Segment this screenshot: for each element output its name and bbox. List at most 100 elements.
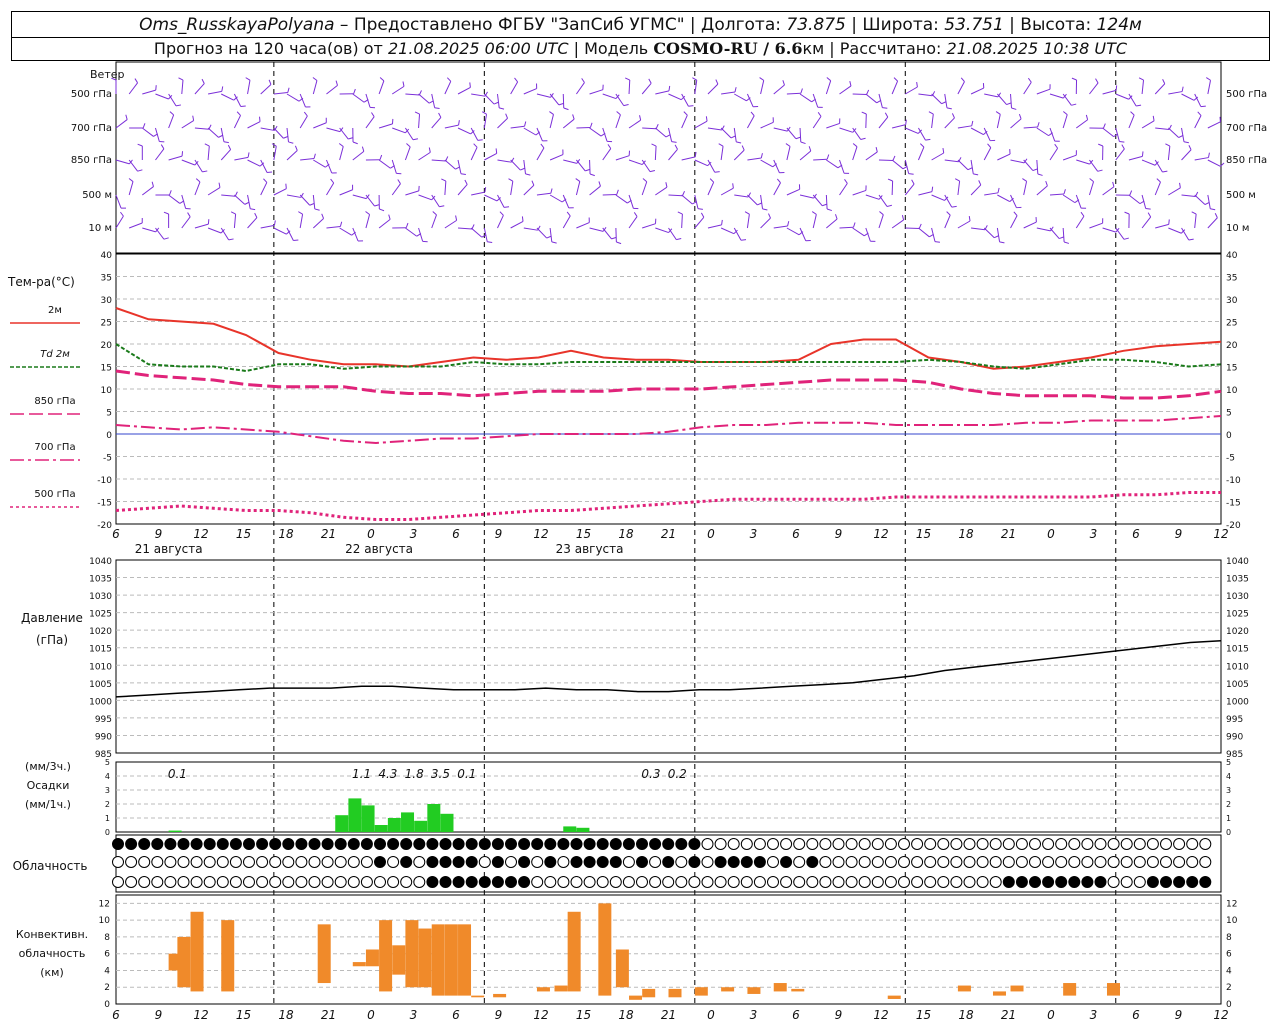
wind-barb-feather <box>1032 168 1038 172</box>
cloud-octant-symbol <box>609 876 622 888</box>
pressure-tick-right: 1010 <box>1226 662 1249 672</box>
cloud-octant-symbol <box>636 838 648 850</box>
wind-barb-feather <box>1136 104 1142 107</box>
wind-barb <box>825 194 828 210</box>
wind-barb <box>799 93 812 103</box>
cloud-octant-symbol <box>596 856 609 868</box>
cloud-octant-symbol <box>190 876 203 888</box>
wind-barb <box>641 181 648 196</box>
wind-barb <box>720 227 735 235</box>
cloud-octant-symbol <box>622 876 635 888</box>
wind-barb <box>628 119 641 129</box>
wind-barb-feather <box>540 143 545 149</box>
cloud-octant-symbol <box>413 856 426 868</box>
wind-barb <box>655 90 670 95</box>
wind-barb-feather <box>446 77 452 82</box>
wind-barb <box>1141 120 1155 129</box>
cloud-octant-symbol <box>138 856 151 868</box>
wind-barb <box>904 183 915 196</box>
conv-title: облачность <box>19 947 86 960</box>
wind-barb <box>957 181 961 196</box>
wind-barb <box>220 127 225 142</box>
wind-barb <box>839 127 853 133</box>
wind-barb-feather <box>1181 86 1184 92</box>
precip-tick-right: 5 <box>1226 758 1231 767</box>
precip-bar <box>440 813 454 832</box>
wind-barb-feather <box>905 119 907 125</box>
wind-barb <box>286 150 298 161</box>
wind-barb <box>668 194 683 197</box>
wind-barb <box>852 146 858 161</box>
cloud-octant-symbol <box>465 838 478 850</box>
wind-barb-feather <box>412 138 419 141</box>
wind-barb <box>1207 159 1221 167</box>
wind-barb-feather <box>428 147 431 153</box>
pressure-title: Давление <box>21 611 83 625</box>
wind-barb <box>602 227 612 240</box>
wind-barb <box>155 227 165 240</box>
cloud-octant-symbol <box>976 856 989 868</box>
pressure-tick-left: 1010 <box>89 662 112 672</box>
wind-barb <box>773 84 785 95</box>
wind-barb <box>510 125 525 129</box>
conv-bar <box>957 985 971 992</box>
cloud-octant-symbol <box>112 838 124 850</box>
conv-bar <box>493 993 507 998</box>
wind-barb <box>681 194 693 205</box>
wind-barb-feather <box>471 224 475 230</box>
conv-bar <box>642 988 656 998</box>
wind-barb-feather <box>757 202 763 206</box>
wind-barb <box>286 194 301 198</box>
wind-barb-feather <box>1027 77 1032 83</box>
conv-bar <box>365 949 379 967</box>
wind-barb <box>1076 119 1088 129</box>
wind-barb-feather <box>1188 145 1192 150</box>
wind-barb <box>1194 194 1206 205</box>
wind-barb-feather <box>978 180 982 186</box>
cloud-octant-symbol <box>622 856 635 868</box>
cloud-octant-symbol <box>950 876 963 888</box>
wind-barb <box>234 194 246 205</box>
wind-barb <box>1181 149 1192 161</box>
wind-barb <box>615 114 621 129</box>
cloud-octant-symbol <box>1133 876 1146 888</box>
cloud-octant-symbol <box>229 876 242 888</box>
cloud-octant-symbol <box>125 838 138 850</box>
wind-barb-feather <box>1123 237 1129 240</box>
wind-barb <box>1089 159 1099 172</box>
cloud-octant-symbol <box>767 838 779 850</box>
wind-barb <box>365 214 371 229</box>
wind-barb <box>983 227 995 239</box>
wind-barb <box>799 127 802 143</box>
cloud-octant-symbol <box>452 876 465 888</box>
conv-bar <box>392 945 406 975</box>
wind-barb-feather <box>616 241 622 245</box>
wind-barb-feather <box>254 212 258 218</box>
wind-barb <box>404 146 411 161</box>
cloud-octant-symbol <box>780 856 793 868</box>
x-tick-label: 21 <box>321 527 336 541</box>
wind-barb <box>707 127 722 131</box>
wind-barb <box>405 93 420 96</box>
wind-barb-feather <box>665 182 668 188</box>
wind-barb-feather <box>405 222 409 228</box>
legend-label: 850 гПа <box>34 396 75 407</box>
wind-barb <box>286 127 289 142</box>
wind-barb <box>1115 93 1129 100</box>
cloud-octant-symbol <box>1081 838 1094 850</box>
wind-barb-feather <box>493 101 499 105</box>
wind-barb-feather <box>908 173 914 175</box>
x-tick-label-bottom: 6 <box>792 1008 800 1022</box>
wind-barb-feather <box>137 143 143 147</box>
cloud-octant-symbol <box>151 856 164 868</box>
wind-barb <box>918 93 933 97</box>
wind-barb-feather <box>1098 143 1104 147</box>
cloud-octant-symbol <box>387 856 400 868</box>
cloud-octant-symbol <box>609 856 622 868</box>
cloud-octant-symbol <box>583 876 596 888</box>
wind-barb-feather <box>575 178 581 182</box>
wind-barb <box>1128 114 1135 129</box>
precip-bar <box>427 804 441 832</box>
precip-amount: 1.8 <box>405 767 424 781</box>
wind-barb <box>957 220 971 229</box>
